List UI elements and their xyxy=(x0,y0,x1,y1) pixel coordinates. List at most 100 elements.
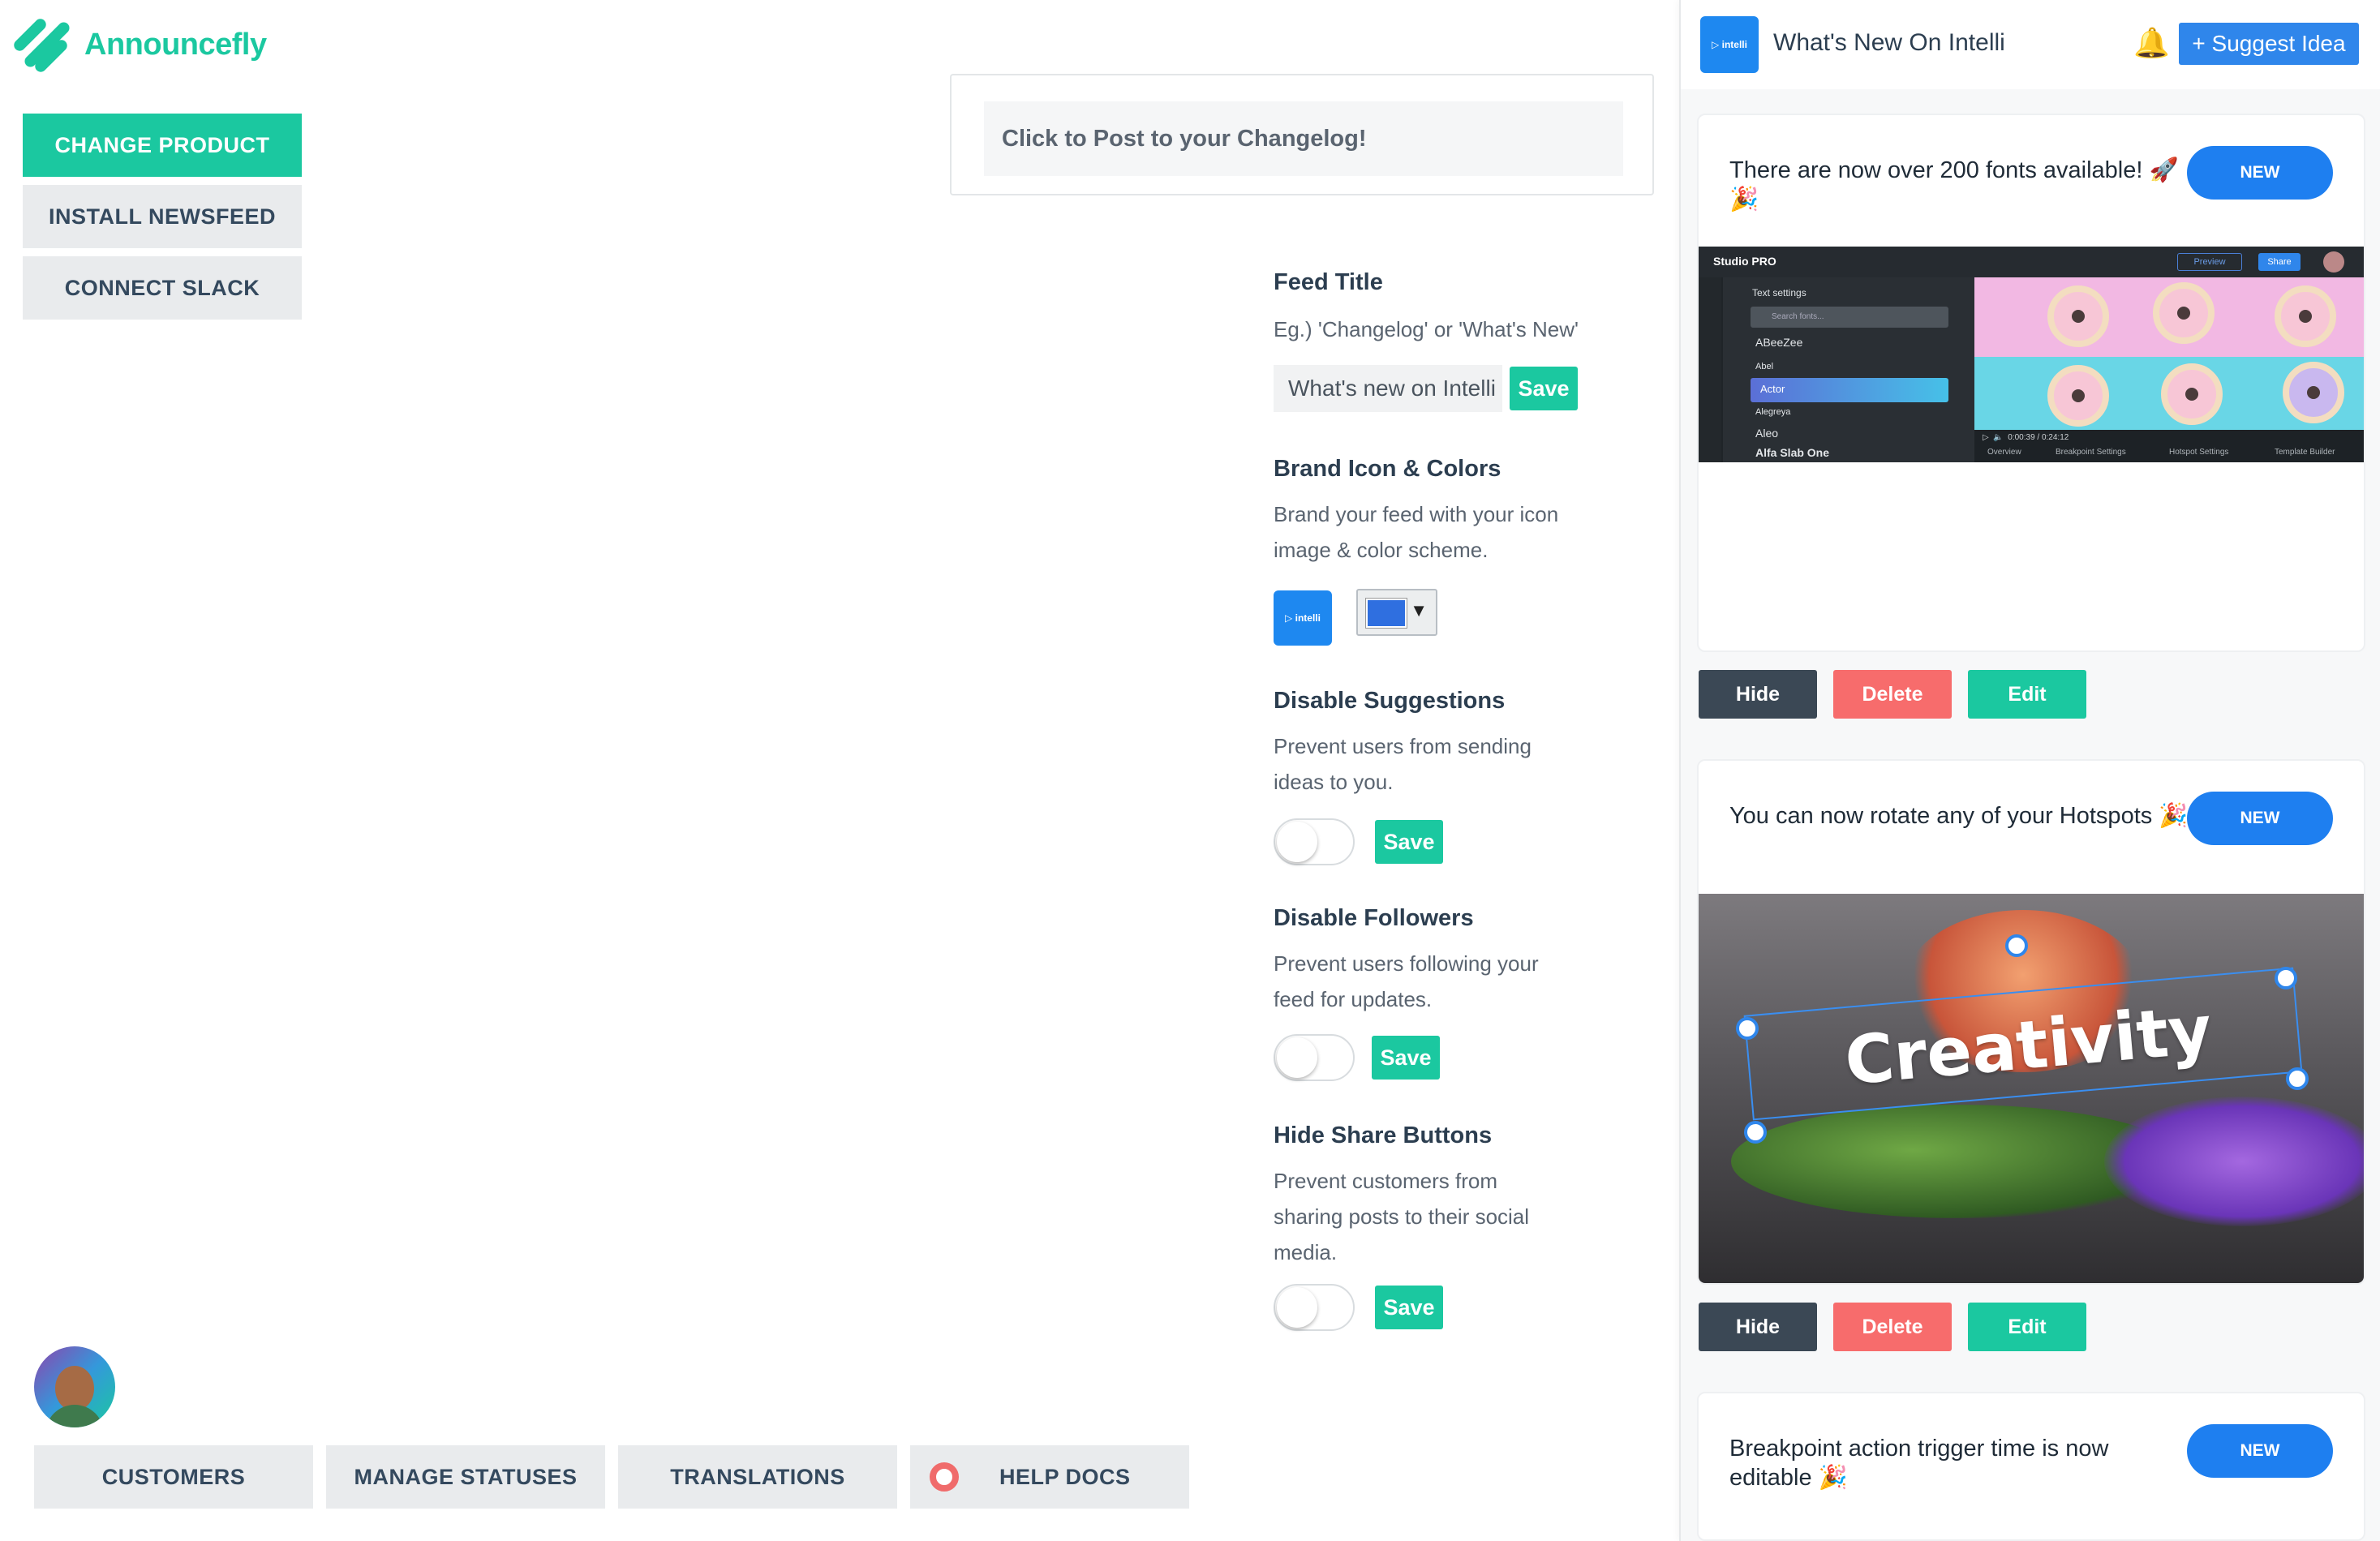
post-title: You can now rotate any of your Hotspots … xyxy=(1729,803,2189,829)
post-image-creativity: Creativity xyxy=(1699,894,2364,1283)
feed-brand-icon: ▷ intelli xyxy=(1700,16,1759,73)
studio-avatar xyxy=(2323,251,2344,273)
hide-button[interactable]: Hide xyxy=(1699,1303,1817,1351)
disable-suggestions-save-button[interactable]: Save xyxy=(1375,820,1443,864)
donut xyxy=(2047,365,2109,427)
resize-handle xyxy=(1744,1121,1767,1144)
brand-desc: Brand your feed with your icon image & c… xyxy=(1274,502,1559,562)
edit-button[interactable]: Edit xyxy=(1968,1303,2086,1351)
donut xyxy=(2047,285,2109,347)
toggle-knob xyxy=(1277,1287,1317,1328)
resize-handle xyxy=(1736,1017,1759,1040)
post-card: There are now over 200 fonts available! … xyxy=(1697,114,2365,652)
change-product-button[interactable]: CHANGE PRODUCT xyxy=(23,114,302,177)
chevron-down-icon: ▼ xyxy=(1410,600,1428,620)
font-item: Abel xyxy=(1755,362,1774,371)
disable-suggestions-heading: Disable Suggestions xyxy=(1274,688,1506,714)
studio-tab: Breakpoint Settings xyxy=(2056,448,2126,457)
new-badge[interactable]: NEW xyxy=(2187,1424,2333,1478)
feed-title-heading: Feed Title xyxy=(1274,269,1383,295)
resize-handle xyxy=(2275,967,2297,989)
feed-title-hint: Eg.) 'Changelog' or 'What's New' xyxy=(1274,317,1579,341)
disable-followers-save-button[interactable]: Save xyxy=(1372,1036,1440,1080)
logo-icon xyxy=(11,16,75,75)
app-logo[interactable]: Announcefly xyxy=(11,16,267,75)
brand-color-picker[interactable]: ▼ xyxy=(1356,589,1437,636)
play-icon: ▷ xyxy=(1712,39,1722,50)
studio-font-list: Text settings Search fonts... ABeeZee Ab… xyxy=(1723,277,1974,462)
studio-sidebar xyxy=(1699,277,1721,462)
connect-slack-button[interactable]: CONNECT SLACK xyxy=(23,256,302,320)
font-item: Alfa Slab One xyxy=(1755,446,1830,459)
resize-handle xyxy=(2286,1067,2309,1090)
post-composer: Click to Post to your Changelog! xyxy=(950,74,1654,195)
donut xyxy=(2275,285,2336,347)
new-badge[interactable]: NEW xyxy=(2187,792,2333,845)
disable-suggestions-toggle[interactable] xyxy=(1274,818,1355,865)
hide-share-save-button[interactable]: Save xyxy=(1375,1286,1443,1329)
post-card: Breakpoint action trigger time is now ed… xyxy=(1697,1392,2365,1541)
toggle-knob xyxy=(1277,1037,1317,1078)
studio-list-header: Text settings xyxy=(1752,287,1806,298)
brand-icon-upload[interactable]: ▷ intelli xyxy=(1274,590,1332,646)
hide-share-toggle[interactable] xyxy=(1274,1284,1355,1331)
manage-statuses-button[interactable]: MANAGE STATUSES xyxy=(326,1445,605,1509)
studio-logo: Studio PRO xyxy=(1713,255,1776,268)
disable-followers-desc: Prevent users following your feed for up… xyxy=(1274,951,1539,1011)
studio-preview-button: Preview xyxy=(2177,253,2242,271)
disable-followers-toggle[interactable] xyxy=(1274,1034,1355,1081)
feed-brand-label: intelli xyxy=(1721,39,1747,50)
studio-tab: Template Builder xyxy=(2275,448,2335,457)
font-item-selected: Actor xyxy=(1760,383,1785,395)
brand-icon-label: intelli xyxy=(1295,612,1321,624)
font-item: Aleo xyxy=(1755,427,1779,440)
suggest-idea-button[interactable]: + Suggest Idea xyxy=(2179,23,2359,65)
rotate-handle xyxy=(2005,934,2028,957)
translations-button[interactable]: TRANSLATIONS xyxy=(618,1445,897,1509)
font-item: ABeeZee xyxy=(1755,336,1803,349)
donuts-image xyxy=(1974,277,2364,430)
customers-button[interactable]: CUSTOMERS xyxy=(34,1445,313,1509)
play-icon: ▷ xyxy=(1285,612,1295,624)
color-swatch xyxy=(1366,599,1407,628)
brand-heading: Brand Icon & Colors xyxy=(1274,456,1501,482)
avatar-body xyxy=(45,1405,104,1427)
disable-suggestions-desc: Prevent users from sending ideas to you. xyxy=(1274,734,1532,794)
post-card: You can now rotate any of your Hotspots … xyxy=(1697,759,2365,1285)
disable-followers-heading: Disable Followers xyxy=(1274,905,1474,931)
studio-timeline: ▷ 🔈 0:00:39 / 0:24:12 Overview Breakpoin… xyxy=(1974,430,2364,462)
hide-share-heading: Hide Share Buttons xyxy=(1274,1122,1493,1148)
panel-title: What's New On Intelli xyxy=(1773,29,2005,56)
toggle-knob xyxy=(1277,822,1317,862)
font-item: Alegreya xyxy=(1755,407,1791,417)
bell-icon[interactable]: 🔔 xyxy=(2133,26,2170,60)
donut xyxy=(2161,363,2223,425)
donut xyxy=(2153,282,2215,344)
install-newsfeed-button[interactable]: INSTALL NEWSFEED xyxy=(23,185,302,248)
feed-title-input[interactable] xyxy=(1274,365,1502,412)
newsfeed-preview-panel: ▷ intelli What's New On Intelli 🔔 + Sugg… xyxy=(1679,0,2380,1541)
delete-button[interactable]: Delete xyxy=(1833,1303,1952,1351)
studio-tabs: Overview Breakpoint Settings Hotspot Set… xyxy=(1974,448,2364,462)
user-avatar[interactable] xyxy=(34,1346,115,1427)
post-title: There are now over 200 fonts available! … xyxy=(1729,157,2179,212)
help-docs-button[interactable]: HELP DOCS xyxy=(910,1445,1189,1509)
edit-button[interactable]: Edit xyxy=(1968,670,2086,719)
studio-time-text: 0:00:39 / 0:24:12 xyxy=(2008,433,2069,442)
logo-text: Announcefly xyxy=(84,27,267,62)
hide-share-desc: Prevent customers from sharing posts to … xyxy=(1274,1169,1530,1264)
new-badge[interactable]: NEW xyxy=(2187,146,2333,200)
studio-tab: Hotspot Settings xyxy=(2169,448,2229,457)
lifebuoy-icon xyxy=(930,1462,959,1492)
post-title: Breakpoint action trigger time is now ed… xyxy=(1729,1436,2109,1491)
help-docs-label: HELP DOCS xyxy=(999,1464,1131,1489)
image-flowers xyxy=(2104,1097,2364,1226)
hide-button[interactable]: Hide xyxy=(1699,670,1817,719)
post-composer-input[interactable]: Click to Post to your Changelog! xyxy=(984,101,1623,176)
delete-button[interactable]: Delete xyxy=(1833,670,1952,719)
studio-search: Search fonts... xyxy=(1751,307,1948,328)
feed-title-save-button[interactable]: Save xyxy=(1510,367,1578,410)
donut xyxy=(2283,362,2344,423)
studio-share-button: Share xyxy=(2258,253,2301,271)
post-image-studio: Studio PRO Preview Share Text settings S… xyxy=(1699,247,2364,462)
